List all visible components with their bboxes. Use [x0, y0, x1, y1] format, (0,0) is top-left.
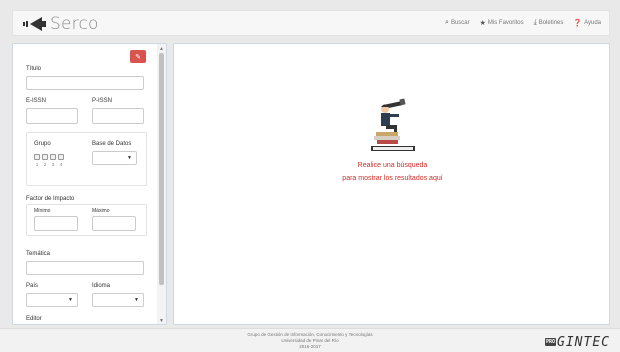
results-panel: Realice una búsqueda para mostrar los re… — [173, 43, 610, 325]
grupo-checkbox-1[interactable] — [34, 154, 40, 160]
idioma-label: Idioma — [92, 283, 111, 289]
titulo-label: Título — [26, 66, 42, 72]
grupo-checkbox-3[interactable] — [50, 154, 56, 160]
scroll-up-icon[interactable]: ▲ — [159, 46, 164, 52]
serco-logo-icon — [23, 17, 46, 31]
pissn-label: P-ISSN — [92, 98, 113, 104]
pais-select[interactable]: ▼ — [26, 293, 78, 307]
clear-filters-button[interactable]: ✎ — [130, 50, 146, 63]
caret-down-icon: ▼ — [134, 297, 139, 303]
footer-line3: 2016-2017 — [299, 344, 321, 349]
top-navbar: Serco ⌕ Buscar ★ Mis Favoritos ⤓ Boletin… — [12, 10, 610, 36]
scroll-thumb[interactable] — [159, 53, 164, 285]
caret-down-icon: ▼ — [68, 297, 73, 303]
search-icon: ⌕ — [445, 19, 449, 26]
filter-panel: ✎ Título E-ISSN P-ISSN Grupo 1 2 3 4 Bas… — [12, 43, 167, 325]
titulo-input[interactable] — [26, 76, 144, 90]
grupo-label: Grupo — [34, 141, 51, 147]
empty-state-line2: para mostrar los resultados aquí — [342, 175, 443, 182]
maximo-label: Máximo — [92, 208, 110, 214]
help-icon: ❓ — [573, 20, 583, 27]
star-icon: ★ — [479, 20, 486, 27]
minimo-label: Mínimo — [34, 208, 51, 214]
eissn-label: E-ISSN — [26, 98, 47, 104]
brand[interactable]: Serco — [22, 13, 99, 35]
footer-line1: Grupo de Gestión de Información, Conocim… — [247, 332, 373, 337]
filter-panel-content: ✎ Título E-ISSN P-ISSN Grupo 1 2 3 4 Bas… — [13, 44, 158, 324]
minimo-input[interactable] — [34, 216, 78, 231]
nav-search-label: Buscar — [450, 20, 470, 26]
brand-name: Serco — [50, 14, 99, 34]
gintec-logo[interactable]: PRO GINTEC — [545, 334, 610, 350]
grupo-checkbox-2[interactable] — [42, 154, 48, 160]
nav-help[interactable]: ❓ Ayuda — [573, 19, 601, 27]
grupo-checkboxes — [34, 154, 64, 160]
maximo-input[interactable] — [92, 216, 136, 231]
grupo-number: 2 — [43, 162, 47, 167]
tematica-label: Temática — [26, 251, 51, 257]
nav-help-label: Ayuda — [584, 20, 601, 26]
footer: Grupo de Gestión de Información, Conocim… — [0, 328, 620, 352]
logo-prefix: PRO — [545, 338, 557, 346]
grupo-checkbox-4[interactable] — [58, 154, 64, 160]
nav-bulletins-label: Boletines — [538, 20, 564, 26]
logo-word: GINTEC — [557, 334, 610, 350]
base-datos-label: Base de Datos — [92, 141, 132, 147]
download-icon: ⤓ — [533, 19, 537, 26]
nav-search[interactable]: ⌕ Buscar — [445, 19, 470, 27]
tematica-input[interactable] — [26, 261, 144, 275]
eraser-icon: ✎ — [135, 53, 141, 61]
grupo-number: 1 — [35, 162, 39, 167]
filter-scrollbar[interactable]: ▲ ▼ — [157, 44, 166, 324]
grupo-number: 4 — [59, 162, 63, 167]
spyglass-reader-illustration — [371, 98, 415, 151]
eissn-input[interactable] — [26, 108, 78, 124]
empty-state-line1: Realice una búsqueda — [357, 162, 428, 169]
caret-down-icon: ▼ — [127, 155, 132, 161]
nav-favorites-label: Mis Favoritos — [487, 20, 524, 26]
pais-label: País — [26, 283, 39, 289]
nav-links: ⌕ Buscar ★ Mis Favoritos ⤓ Boletines ❓ A… — [445, 11, 601, 35]
idioma-select[interactable]: ▼ — [92, 293, 144, 307]
nav-favorites[interactable]: ★ Mis Favoritos — [480, 19, 524, 27]
nav-bulletins[interactable]: ⤓ Boletines — [534, 19, 564, 27]
grupo-number: 3 — [51, 162, 55, 167]
footer-line2: Universidad de Pinar del Río — [281, 338, 339, 343]
grupo-numbers: 1 2 3 4 — [34, 162, 64, 167]
editor-label: Editor — [26, 316, 42, 322]
pissn-input[interactable] — [92, 108, 144, 124]
factor-impacto-label: Factor de Impacto — [26, 196, 75, 202]
scroll-down-icon[interactable]: ▼ — [159, 318, 164, 324]
base-datos-select[interactable]: ▼ — [92, 151, 137, 165]
